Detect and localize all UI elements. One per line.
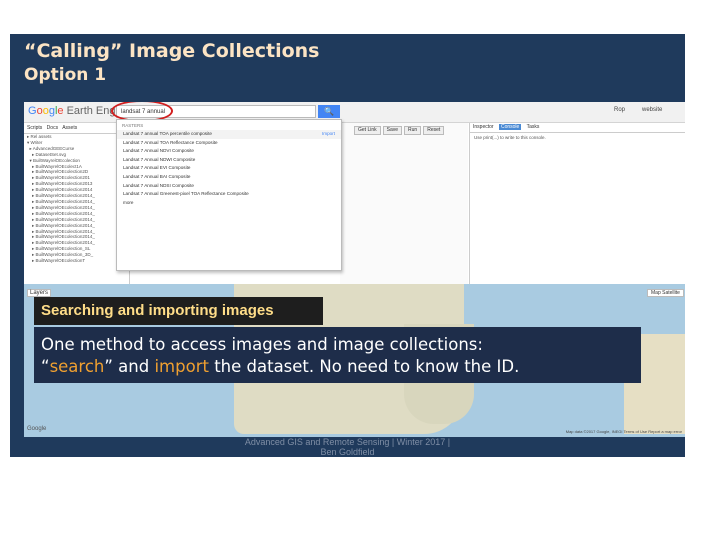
search-result-item[interactable]: Landsat 7 Annual EVI Composite bbox=[117, 164, 341, 173]
tab-tasks[interactable]: Tasks bbox=[527, 124, 540, 130]
search-button[interactable]: 🔍 bbox=[318, 105, 340, 118]
search-result-item[interactable]: more bbox=[117, 199, 341, 208]
left-tabs: Scripts Docs Assets bbox=[24, 123, 129, 134]
slide-title: “Calling” Image Collections bbox=[24, 40, 320, 62]
save-button[interactable]: Save bbox=[382, 126, 403, 135]
tab-inspector[interactable]: Inspector bbox=[473, 124, 494, 130]
scripts-panel: Scripts Docs Assets ▸ Rel assets ▾ Writer… bbox=[24, 123, 130, 303]
dropdown-section-header: RASTERS bbox=[122, 123, 144, 128]
search-result-item[interactable]: Landsat 7 Annual TOA Reflectance Composi… bbox=[117, 139, 341, 148]
search-icon: 🔍 bbox=[324, 107, 334, 116]
tree-item[interactable]: ▸ BuiltWayrelOEcolectionT bbox=[27, 258, 129, 264]
search-result-item[interactable]: Landsat 7 Annual NDVI Composite bbox=[117, 147, 341, 156]
slide-subtitle: Option 1 bbox=[24, 65, 107, 85]
console-panel: Inspector Console Tasks Use print(...) t… bbox=[469, 123, 685, 303]
reset-button[interactable]: Reset bbox=[423, 126, 445, 135]
run-button[interactable]: Run bbox=[404, 126, 422, 135]
tab-scripts[interactable]: Scripts bbox=[27, 125, 42, 131]
search-result-item[interactable]: Landsat 7 Annual Greenest-pixel TOA Refl… bbox=[117, 190, 341, 199]
search-result-item[interactable]: Landsat 7 annual TOA percentile composit… bbox=[117, 130, 341, 139]
overlay-title: Searching and importing images bbox=[34, 297, 323, 325]
header-link[interactable]: website bbox=[642, 107, 662, 113]
code-editor[interactable] bbox=[340, 123, 468, 303]
search-result-item[interactable]: Landsat 7 Annual NDWI Composite bbox=[117, 156, 341, 165]
tab-assets[interactable]: Assets bbox=[62, 125, 77, 131]
overlay-line-2: “search” and import the dataset. No need… bbox=[41, 357, 520, 376]
tab-console[interactable]: Console bbox=[498, 124, 522, 130]
footer-line-2: Ben Goldfield bbox=[320, 447, 375, 457]
slide-footer: Advanced GIS and Remote Sensing | Winter… bbox=[10, 437, 685, 457]
editor-toolbar: Get Link Save Run Reset bbox=[354, 126, 446, 135]
highlight-search: search bbox=[49, 357, 105, 376]
slide: “Calling” Image Collections Option 1 Goo… bbox=[10, 34, 685, 457]
map-type-toggle[interactable]: Map Satellite bbox=[647, 289, 684, 297]
highlight-import: import bbox=[154, 357, 209, 376]
right-tabs: Inspector Console Tasks bbox=[470, 123, 685, 133]
search-result-item[interactable]: Landsat 7 Annual BAI Composite bbox=[117, 173, 341, 182]
overlay-body: One method to access images and image co… bbox=[34, 327, 641, 383]
header-user[interactable]: Rop bbox=[614, 107, 625, 113]
footer-line-1: Advanced GIS and Remote Sensing | Winter… bbox=[244, 437, 451, 447]
map-attribution[interactable]: Map data ©2017 Google, INEGI Terms of Us… bbox=[566, 429, 682, 434]
google-watermark: Google bbox=[27, 426, 47, 432]
search-results-dropdown: RASTERS Landsat 7 annual TOA percentile … bbox=[116, 119, 342, 271]
tab-docs[interactable]: Docs bbox=[47, 125, 58, 131]
layers-control[interactable]: Layers bbox=[27, 289, 52, 297]
get-link-button[interactable]: Get Link bbox=[354, 126, 381, 135]
overlay-line-1: One method to access images and image co… bbox=[41, 335, 483, 354]
import-button[interactable]: Import bbox=[322, 130, 335, 139]
console-message: Use print(...) to write to this console. bbox=[474, 135, 546, 140]
search-result-item[interactable]: Landsat 7 Annual NDSI Composite bbox=[117, 182, 341, 191]
asset-tree: ▸ Rel assets ▾ Writer ▸ AdvancedGEECurse … bbox=[24, 134, 129, 264]
earth-engine-screenshot: Google Earth Engine landsat 7 annual 🔍 R… bbox=[24, 102, 685, 437]
